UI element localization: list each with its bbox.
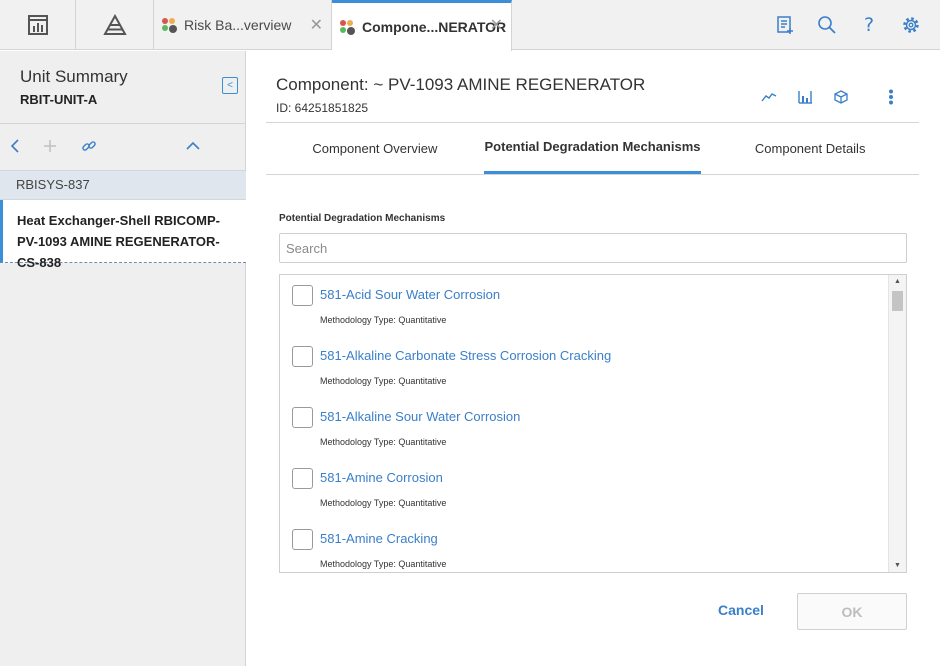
methodology-type: Methodology Type: Quantitative bbox=[320, 376, 447, 386]
component-tabs: Component Overview Potential Degradation… bbox=[266, 123, 919, 175]
methodology-type: Methodology Type: Quantitative bbox=[320, 498, 447, 508]
checklist-add-icon[interactable] bbox=[774, 14, 796, 36]
tab-component-overview[interactable]: Component Overview bbox=[266, 123, 484, 174]
tab-risk-overview[interactable]: Risk Ba...verview ✕ bbox=[154, 0, 332, 50]
tab-potential-degradation-mechanisms[interactable]: Potential Degradation Mechanisms bbox=[483, 123, 702, 174]
link-icon[interactable] bbox=[79, 136, 99, 156]
scroll-down-arrow-icon[interactable]: ▼ bbox=[894, 562, 901, 569]
mechanism-name[interactable]: 581-Amine Corrosion bbox=[320, 470, 443, 485]
page-title: Component: ~ PV-1093 AMINE REGENERATOR bbox=[276, 75, 646, 94]
help-icon[interactable]: ? bbox=[858, 14, 880, 36]
section-label: Potential Degradation Mechanisms bbox=[279, 213, 446, 224]
mechanism-name[interactable]: 581-Alkaline Sour Water Corrosion bbox=[320, 409, 520, 424]
close-icon[interactable]: ✕ bbox=[310, 15, 323, 35]
tree-item-system[interactable]: RBISYS-837 bbox=[0, 170, 246, 200]
asset-cube-icon[interactable] bbox=[832, 88, 850, 106]
select-checkbox[interactable] bbox=[292, 285, 313, 306]
component-id: ID: 64251851825 bbox=[276, 101, 369, 115]
add-icon[interactable] bbox=[40, 136, 60, 156]
list-item: 581-Alkaline Carbonate Stress Corrosion … bbox=[280, 336, 888, 397]
hierarchy-button[interactable] bbox=[76, 0, 154, 50]
tab-label: Compone...NERATOR bbox=[362, 19, 507, 35]
pyramid-icon bbox=[102, 14, 127, 35]
tab-component-details[interactable]: Component Details bbox=[701, 123, 919, 174]
list-item: 581-Amine Cracking Methodology Type: Qua… bbox=[280, 519, 888, 572]
scroll-up-arrow-icon[interactable]: ▲ bbox=[894, 278, 901, 285]
more-options-icon[interactable] bbox=[882, 88, 900, 106]
list-item: 581-Alkaline Sour Water Corrosion Method… bbox=[280, 397, 888, 458]
select-checkbox[interactable] bbox=[292, 407, 313, 428]
component-main: Component: ~ PV-1093 AMINE REGENERATOR I… bbox=[247, 51, 940, 666]
methodology-type: Methodology Type: Quantitative bbox=[320, 437, 447, 447]
mechanism-name[interactable]: 581-Acid Sour Water Corrosion bbox=[320, 287, 500, 302]
divider bbox=[0, 123, 246, 124]
top-toolbar: ? bbox=[774, 14, 922, 36]
panel-subtitle: RBIT-UNIT-A bbox=[20, 92, 98, 107]
settings-gear-icon[interactable] bbox=[900, 14, 922, 36]
select-checkbox[interactable] bbox=[292, 346, 313, 367]
search-input[interactable] bbox=[279, 233, 907, 263]
mechanism-name[interactable]: 581-Alkaline Carbonate Stress Corrosion … bbox=[320, 348, 611, 363]
methodology-type: Methodology Type: Quantitative bbox=[320, 559, 447, 569]
scrollbar-thumb[interactable] bbox=[892, 291, 903, 311]
select-checkbox[interactable] bbox=[292, 468, 313, 489]
list-item: 581-Acid Sour Water Corrosion Methodolog… bbox=[280, 275, 888, 336]
cancel-button[interactable]: Cancel bbox=[718, 602, 764, 618]
list-item: 581-Amine Corrosion Methodology Type: Qu… bbox=[280, 458, 888, 519]
panel-title: Unit Summary bbox=[20, 67, 128, 86]
dashboard-icon bbox=[27, 15, 48, 35]
risk-app-icon bbox=[162, 18, 177, 33]
select-checkbox[interactable] bbox=[292, 529, 313, 550]
mechanism-name[interactable]: 581-Amine Cracking bbox=[320, 531, 438, 546]
mechanism-list: 581-Acid Sour Water Corrosion Methodolog… bbox=[279, 274, 907, 573]
ok-button[interactable]: OK bbox=[797, 593, 907, 630]
tree-toolbar bbox=[0, 133, 246, 159]
list-scrollbar[interactable]: ▲ ▼ bbox=[888, 275, 906, 572]
search-icon[interactable] bbox=[816, 14, 838, 36]
tree-item-component-selected[interactable]: Heat Exchanger-Shell RBICOMP-PV-1093 AMI… bbox=[0, 200, 246, 270]
top-bar: Risk Ba...verview ✕ Compone...NERATOR ✕ bbox=[0, 0, 940, 51]
bar-chart-icon[interactable] bbox=[796, 88, 814, 106]
trend-chart-icon[interactable] bbox=[760, 88, 778, 106]
risk-app-icon bbox=[340, 20, 355, 35]
tab-label: Risk Ba...verview bbox=[184, 17, 292, 33]
back-icon[interactable] bbox=[5, 136, 25, 156]
header-actions bbox=[760, 88, 900, 106]
close-icon[interactable]: ✕ bbox=[490, 15, 503, 35]
collapse-panel-icon[interactable]: < bbox=[222, 77, 238, 94]
methodology-type: Methodology Type: Quantitative bbox=[320, 315, 447, 325]
tab-component[interactable]: Compone...NERATOR ✕ bbox=[332, 0, 512, 51]
chevron-up-icon[interactable] bbox=[183, 136, 203, 156]
unit-summary-panel: Unit Summary RBIT-UNIT-A < RBISYS-837 He… bbox=[0, 51, 246, 666]
dashboard-button[interactable] bbox=[0, 0, 76, 50]
